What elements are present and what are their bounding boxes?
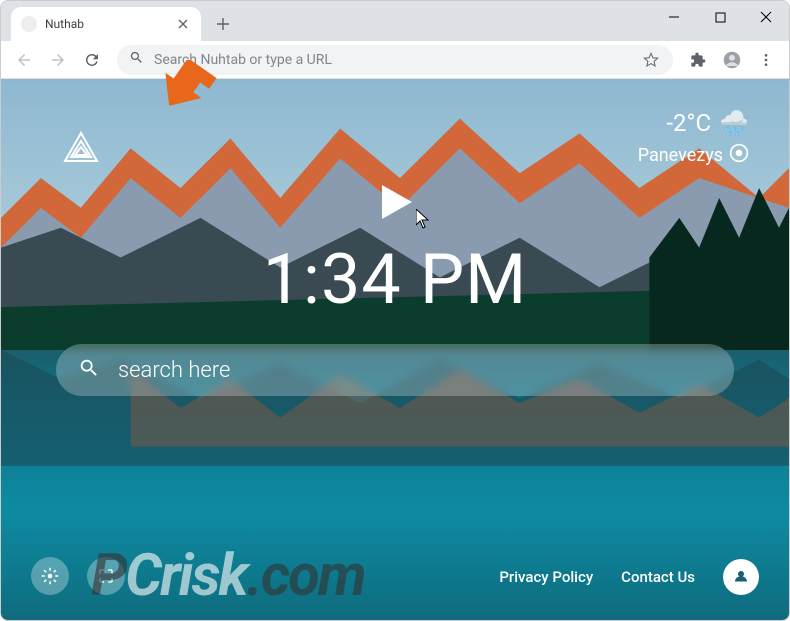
settings-circle-button[interactable] bbox=[31, 557, 69, 595]
profile-icon[interactable] bbox=[717, 45, 747, 75]
tab-title: Nuthab bbox=[45, 17, 167, 31]
temperature-value: -2°C bbox=[666, 109, 711, 137]
weather-location: Panevezys bbox=[638, 143, 749, 168]
location-pin-icon bbox=[729, 143, 749, 168]
menu-icon[interactable] bbox=[751, 45, 781, 75]
minimize-button[interactable] bbox=[651, 1, 697, 33]
weather-widget[interactable]: -2°C 🌧️ Panevezys bbox=[638, 109, 749, 168]
clock-display: 1:34 PM bbox=[1, 239, 789, 321]
browser-tab[interactable]: Nuthab bbox=[11, 7, 201, 41]
back-button[interactable] bbox=[9, 45, 39, 75]
close-window-button[interactable] bbox=[743, 1, 789, 33]
toolbar: Search Nuhtab or type a URL bbox=[1, 41, 789, 79]
tab-favicon bbox=[21, 16, 37, 32]
weather-temperature: -2°C 🌧️ bbox=[638, 109, 749, 137]
privacy-policy-link[interactable]: Privacy Policy bbox=[499, 568, 593, 586]
play-button[interactable] bbox=[372, 179, 418, 229]
search-icon bbox=[129, 50, 144, 69]
search-icon bbox=[78, 357, 100, 383]
titlebar: Nuthab bbox=[1, 1, 789, 41]
new-tab-button[interactable] bbox=[209, 10, 237, 38]
reload-button[interactable] bbox=[77, 45, 107, 75]
search-placeholder: search here bbox=[118, 358, 230, 383]
forward-button[interactable] bbox=[43, 45, 73, 75]
app-logo-icon bbox=[61, 129, 101, 173]
fullscreen-circle-button[interactable] bbox=[87, 557, 125, 595]
page-content: -2°C 🌧️ Panevezys 1:34 PM search here bbox=[1, 79, 789, 620]
tab-close-icon[interactable] bbox=[175, 16, 191, 32]
maximize-button[interactable] bbox=[697, 1, 743, 33]
browser-window: Nuthab Search Nuhtab or type a URL bbox=[0, 0, 790, 621]
chat-icon[interactable] bbox=[723, 559, 759, 595]
bookmark-star-icon[interactable] bbox=[641, 52, 661, 68]
search-bar[interactable]: search here bbox=[56, 344, 734, 396]
contact-us-link[interactable]: Contact Us bbox=[621, 568, 695, 586]
weather-icon: 🌧️ bbox=[719, 109, 749, 137]
extensions-icon[interactable] bbox=[683, 45, 713, 75]
address-bar-placeholder: Search Nuhtab or type a URL bbox=[154, 52, 631, 68]
bottom-left-controls bbox=[31, 557, 125, 595]
location-name: Panevezys bbox=[638, 145, 723, 166]
footer-links: Privacy Policy Contact Us bbox=[499, 559, 759, 595]
address-bar[interactable]: Search Nuhtab or type a URL bbox=[117, 45, 673, 75]
window-controls bbox=[651, 1, 789, 33]
